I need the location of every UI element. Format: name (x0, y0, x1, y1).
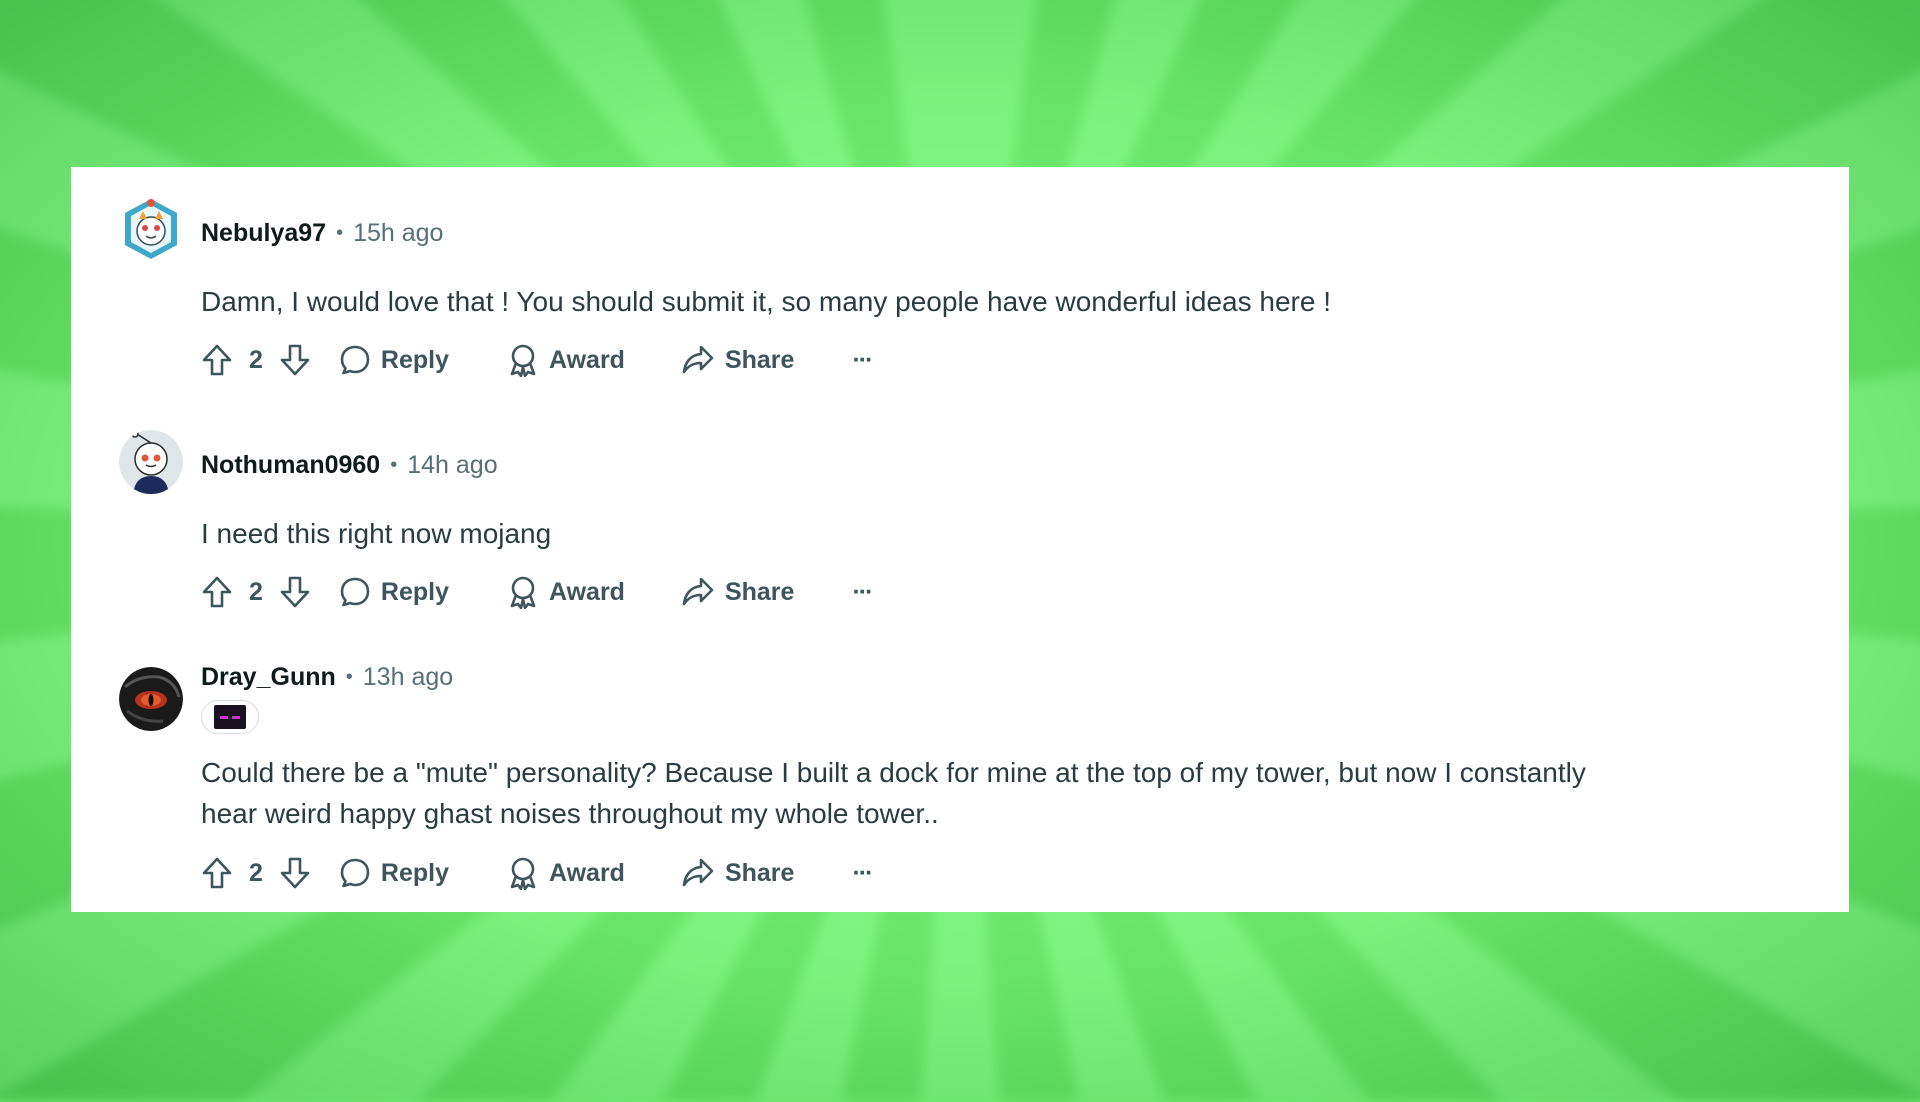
comment-body: Damn, I would love that ! You should sub… (201, 286, 1332, 317)
downvote-icon[interactable] (279, 856, 311, 890)
more-icon: ··· (852, 345, 873, 374)
more-options-button[interactable]: ··· (852, 577, 873, 607)
comment-bubble-icon (339, 344, 371, 376)
upvote-icon[interactable] (201, 575, 233, 609)
username[interactable]: Dray_Gunn (201, 663, 336, 692)
award-label: Award (549, 577, 625, 606)
timestamp[interactable]: 13h ago (363, 663, 453, 692)
reply-button[interactable]: Reply (339, 857, 449, 889)
award-button[interactable]: Award (507, 575, 625, 609)
reply-label: Reply (380, 345, 449, 374)
comment-actions: 2 Reply Award Share ··· (201, 575, 873, 609)
vote-count: 2 (249, 577, 263, 606)
comments-card: Nebulya97 • 15h ago Damn, I would love t… (71, 167, 1849, 912)
comment-bubble-icon (339, 857, 371, 889)
share-arrow-icon (681, 857, 715, 889)
more-icon: ··· (852, 858, 873, 887)
share-button[interactable]: Share (681, 857, 794, 889)
upvote-icon[interactable] (201, 343, 233, 377)
share-arrow-icon (681, 576, 715, 608)
username[interactable]: Nebulya97 (201, 219, 326, 248)
comment-meta: Nothuman0960 • 14h ago (201, 451, 498, 480)
downvote-icon[interactable] (279, 343, 311, 377)
reply-label: Reply (380, 858, 449, 887)
award-button[interactable]: Award (507, 856, 625, 890)
vote-group: 2 (201, 343, 311, 377)
enderman-flair-icon (201, 700, 259, 734)
timestamp[interactable]: 15h ago (353, 219, 443, 248)
snoo-avatar-icon[interactable] (119, 430, 183, 494)
downvote-icon[interactable] (279, 575, 311, 609)
share-label: Share (724, 345, 795, 374)
share-arrow-icon (681, 344, 715, 376)
meta-separator: • (390, 454, 398, 476)
meta-separator: • (336, 222, 344, 244)
vote-group: 2 (201, 575, 311, 609)
comment-actions: 2 Reply Award Share ··· (201, 856, 873, 890)
more-icon: ··· (852, 577, 873, 606)
upvote-icon[interactable] (201, 856, 233, 890)
share-button[interactable]: Share (681, 576, 794, 608)
comment-actions: 2 Reply Award Share ··· (201, 343, 873, 377)
share-label: Share (724, 858, 795, 887)
timestamp[interactable]: 14h ago (407, 451, 497, 480)
award-label: Award (549, 858, 625, 887)
award-icon (507, 575, 539, 609)
award-icon (507, 343, 539, 377)
more-options-button[interactable]: ··· (852, 858, 873, 888)
more-options-button[interactable]: ··· (852, 345, 873, 375)
dragon-eye-avatar-icon[interactable] (119, 667, 183, 731)
comment-bubble-icon (339, 576, 371, 608)
award-button[interactable]: Award (507, 343, 625, 377)
username[interactable]: Nothuman0960 (201, 451, 380, 480)
award-icon (507, 856, 539, 890)
comment-meta: Dray_Gunn • 13h ago (201, 663, 453, 692)
vote-group: 2 (201, 856, 311, 890)
flair-image (214, 705, 246, 729)
reply-button[interactable]: Reply (339, 344, 449, 376)
comment-meta: Nebulya97 • 15h ago (201, 219, 443, 248)
kitten-avatar-icon[interactable] (119, 197, 183, 261)
reply-button[interactable]: Reply (339, 576, 449, 608)
reply-label: Reply (380, 577, 449, 606)
vote-count: 2 (249, 345, 263, 374)
award-label: Award (549, 345, 625, 374)
comment-body: Could there be a "mute" personality? Bec… (201, 757, 1586, 829)
share-button[interactable]: Share (681, 344, 794, 376)
vote-count: 2 (249, 858, 263, 887)
meta-separator: • (345, 666, 353, 688)
share-label: Share (724, 577, 795, 606)
comment-body: I need this right now mojang (201, 518, 552, 549)
